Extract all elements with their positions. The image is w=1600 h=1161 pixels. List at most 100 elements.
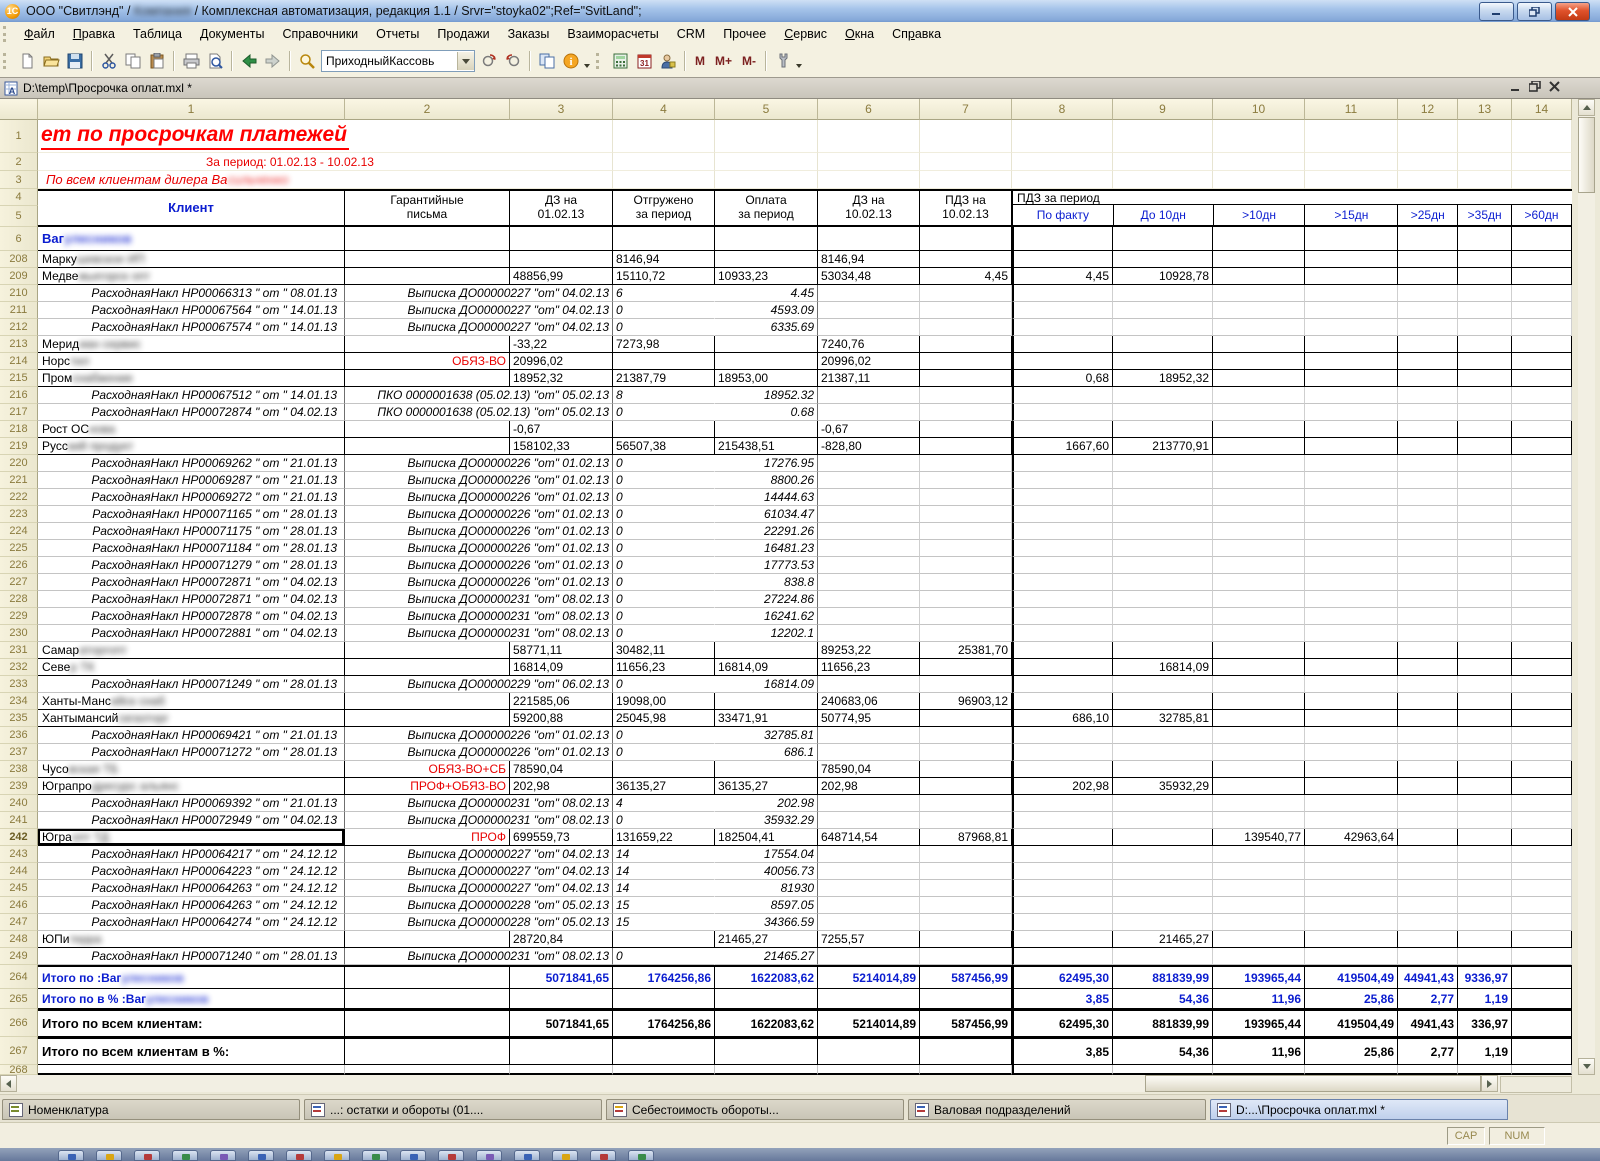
grid-cell[interactable]	[345, 965, 510, 989]
info-dropdown-icon[interactable]	[584, 64, 590, 68]
grid-cell[interactable]	[1512, 608, 1572, 625]
grid-cell[interactable]	[613, 989, 715, 1009]
grid-cell[interactable]	[1398, 353, 1458, 370]
grid-cell[interactable]	[1398, 171, 1458, 189]
grid-cell[interactable]: По всем клиентам дилера Васильченко	[38, 171, 510, 189]
grid-cell[interactable]	[1458, 744, 1512, 761]
grid-cell[interactable]: 18953,00	[715, 370, 818, 387]
grid-cell[interactable]	[1305, 625, 1398, 642]
grid-cell[interactable]	[1012, 625, 1113, 642]
calculator-icon[interactable]	[608, 49, 632, 73]
grid-cell[interactable]	[1213, 404, 1305, 421]
grid-cell[interactable]	[1512, 489, 1572, 506]
grid-cell[interactable]	[715, 421, 818, 438]
scroll-up-button[interactable]	[1578, 99, 1595, 116]
grid-cell[interactable]: РасходнаяНакл НР00071279 " от " 28.01.13	[38, 557, 345, 574]
row-header-223[interactable]: 223	[0, 506, 38, 523]
grid-cell[interactable]: 61034.47	[715, 506, 818, 523]
grid-cell[interactable]: Хантымансийскгазторг	[38, 710, 345, 727]
grid-cell[interactable]: 42963,64	[1305, 829, 1398, 846]
back-icon[interactable]	[237, 49, 261, 73]
grid-cell[interactable]: 22291.26	[715, 523, 818, 540]
grid-cell[interactable]	[1213, 489, 1305, 506]
grid-cell[interactable]	[1305, 948, 1398, 965]
grid-cell[interactable]	[1458, 625, 1512, 642]
grid-cell[interactable]: ет по просрочкам платежей	[38, 120, 510, 153]
find-input[interactable]: ПриходныйКассовь	[321, 50, 475, 72]
grid-cell[interactable]	[1113, 227, 1213, 251]
grid-cell[interactable]	[1512, 387, 1572, 404]
grid-cell[interactable]	[1305, 591, 1398, 608]
grid-cell[interactable]	[1398, 642, 1458, 659]
grid-cell[interactable]	[1113, 591, 1213, 608]
grid-cell[interactable]	[1398, 812, 1458, 829]
menu-item-1[interactable]: Файл	[15, 25, 64, 43]
grid-cell[interactable]: 11656,23	[613, 659, 715, 676]
grid-cell[interactable]	[1512, 319, 1572, 336]
grid-cell[interactable]	[1512, 120, 1572, 153]
grid-cell[interactable]	[1012, 404, 1113, 421]
grid-cell[interactable]: 53034,48	[818, 268, 920, 285]
grid-cell[interactable]: 33471,91	[715, 710, 818, 727]
grid-cell[interactable]	[1305, 931, 1398, 948]
taskbar-button[interactable]	[628, 1150, 654, 1161]
grid-cell[interactable]	[1458, 795, 1512, 812]
grid-cell[interactable]	[1305, 744, 1398, 761]
grid-cell[interactable]	[1213, 948, 1305, 965]
menu-item-5[interactable]: Справочники	[273, 25, 367, 43]
grid-cell[interactable]	[1458, 608, 1512, 625]
grid-cell[interactable]: 18952,32	[1113, 370, 1213, 387]
grid-cell[interactable]: РасходнаяНакл НР00064274 " от " 24.12.12	[38, 914, 345, 931]
grid-cell[interactable]	[1305, 506, 1398, 523]
grid-cell[interactable]	[1458, 574, 1512, 591]
grid-cell[interactable]	[1512, 404, 1572, 421]
menu-item-6[interactable]: Отчеты	[367, 25, 428, 43]
select-all-corner[interactable]	[0, 99, 38, 120]
grid-cell[interactable]	[818, 153, 920, 171]
grid-cell[interactable]	[1113, 1065, 1213, 1075]
grid-cell[interactable]: 11,96	[1213, 989, 1305, 1009]
grid-cell[interactable]	[1512, 557, 1572, 574]
grid-cell[interactable]	[613, 227, 715, 251]
grid-cell[interactable]: РасходнаяНакл НР00072871 " от " 04.02.13	[38, 574, 345, 591]
grid-cell[interactable]	[1012, 153, 1113, 171]
grid-cell[interactable]: 58771,11	[510, 642, 613, 659]
grid-cell[interactable]	[345, 710, 510, 727]
grid-cell[interactable]	[345, 1065, 510, 1075]
grid-cell[interactable]	[818, 574, 920, 591]
grid-cell[interactable]	[1213, 285, 1305, 302]
grid-cell[interactable]: 881839,99	[1113, 1009, 1213, 1037]
grid-cell[interactable]: 0	[613, 574, 715, 591]
grid-cell[interactable]	[1512, 1009, 1572, 1037]
tools-dropdown-icon[interactable]	[796, 64, 802, 68]
column-header-4[interactable]: 4	[613, 99, 715, 120]
grid-cell[interactable]	[1113, 829, 1213, 846]
grid-cell[interactable]	[715, 171, 818, 189]
grid-cell[interactable]: ОБЯЗ-ВО	[345, 353, 510, 370]
grid-cell[interactable]	[818, 387, 920, 404]
grid-cell[interactable]	[1113, 574, 1213, 591]
grid-cell[interactable]	[1512, 227, 1572, 251]
grid-cell[interactable]: -33,22	[510, 336, 613, 353]
grid-cell[interactable]	[345, 370, 510, 387]
calendar-icon[interactable]: 31	[632, 49, 656, 73]
grid-cell[interactable]: За период: 01.02.13 - 10.02.13	[38, 153, 510, 171]
grid-cell[interactable]	[1512, 285, 1572, 302]
grid-cell[interactable]	[1305, 153, 1398, 171]
grid-cell[interactable]: 699559,73	[510, 829, 613, 846]
grid-cell[interactable]	[920, 676, 1012, 693]
grid-cell[interactable]	[1398, 302, 1458, 319]
grid-cell[interactable]	[1012, 540, 1113, 557]
grid-cell[interactable]	[1213, 659, 1305, 676]
grid-cell[interactable]	[1458, 227, 1512, 251]
grid-cell[interactable]	[1458, 489, 1512, 506]
grid-cell[interactable]: 59200,88	[510, 710, 613, 727]
grid-cell[interactable]	[1512, 659, 1572, 676]
grid-cell[interactable]: 18952,32	[510, 370, 613, 387]
grid-cell[interactable]	[1012, 642, 1113, 659]
grid-cell[interactable]	[1512, 523, 1572, 540]
grid-cell[interactable]: РасходнаяНакл НР00069421 " от " 21.01.13	[38, 727, 345, 744]
grid-cell[interactable]	[1398, 319, 1458, 336]
grid-cell[interactable]	[920, 540, 1012, 557]
grid-cell[interactable]	[1458, 336, 1512, 353]
